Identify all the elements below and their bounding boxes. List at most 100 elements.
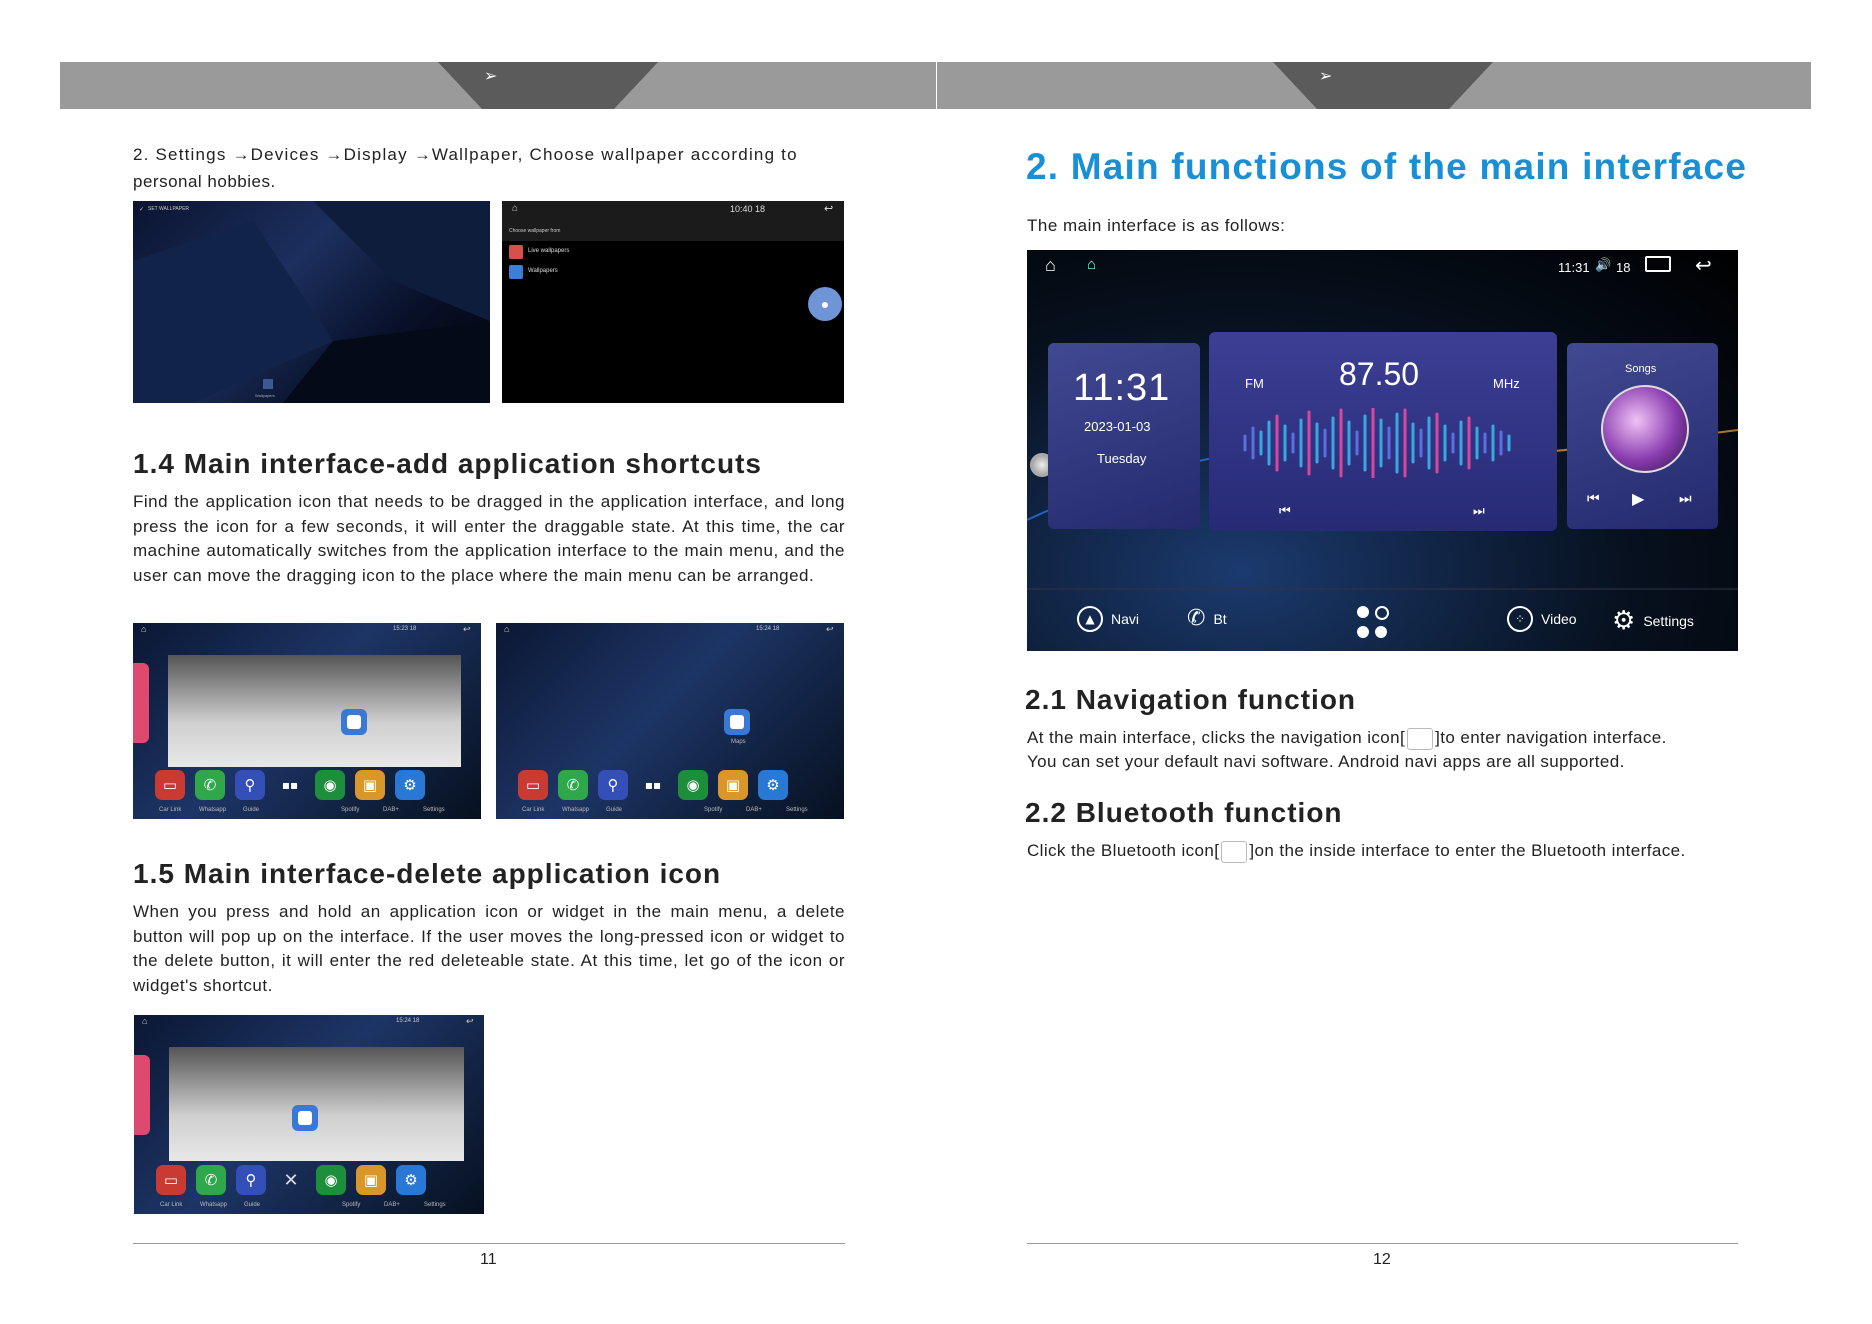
main-interface-screenshot: ⌂ ⌂ 11:31 🔊 18 ↩ 11:31 2023-01-03 Tuesda… [1027,250,1738,651]
section-1-5-title: 1.5 Main interface-delete application ic… [133,858,722,889]
section-2-2-title: 2.2 Bluetooth function [1025,797,1343,828]
dock-label: Car Link [522,807,545,813]
spotify-icon[interactable]: ◉ [315,770,345,800]
wallpaper-screenshot: ✓ SET WALLPAPER Wallpapers [133,201,490,403]
car-link-icon[interactable]: ▭ [156,1165,186,1195]
whatsapp-icon[interactable]: ✆ [558,770,588,800]
spotify-icon[interactable]: ◉ [316,1165,346,1195]
nav-label-settings: Settings [1643,613,1694,629]
spotify-icon[interactable]: ◉ [678,770,708,800]
radio-next-icon[interactable]: ⏭ [1473,504,1485,519]
dock-label: Car Link [160,1202,183,1208]
whatsapp-icon[interactable]: ✆ [196,1165,226,1195]
section-1-5-body: When you press and hold an application i… [133,902,845,995]
bt-text-a: Click the Bluetooth icon[ [1027,841,1220,860]
app-dock: ▭ ✆ ⚲ ▪▪ ◉ ▣ ⚙ [518,770,788,800]
section-1-4-body: Find the application icon that needs to … [133,492,845,585]
status-bar [502,201,844,241]
status-volume: 18 [1616,260,1631,275]
nav-button-navi[interactable]: ▲ Navi [1077,606,1139,632]
drag-screenshot-b: ⌂ 15:24 18 ↩ Maps ▭ ✆ ⚲ ▪▪ ◉ ▣ ⚙ Car Lin… [496,623,844,819]
dab-icon[interactable]: ▣ [718,770,748,800]
wallpapers-thumb-label: Wallpapers [255,393,275,398]
dab-icon[interactable]: ▣ [355,770,385,800]
whatsapp-icon[interactable]: ✆ [195,770,225,800]
dock-label: Settings [424,1202,446,1208]
apps-grid-icon[interactable]: ▪▪ [638,770,668,800]
guide-icon[interactable]: ⚲ [235,770,265,800]
music-widget[interactable]: Songs ⏮ ▶ ⏭ [1567,343,1718,529]
dab-icon[interactable]: ▣ [356,1165,386,1195]
apps-menu-button[interactable] [1357,606,1391,640]
bt-text-b: ]on the inside interface to enter the Bl… [1249,841,1686,860]
delete-screenshot: ⌂ 15:24 18 ↩ ▭ ✆ ⚲ ✕ ◉ ▣ ⚙ Car Link What… [134,1015,484,1214]
nav-button-video[interactable]: ⁘ Video [1507,606,1577,632]
music-next-icon[interactable]: ⏭ [1679,491,1692,507]
settings-gear-icon: ⚙ [1612,606,1636,636]
apps-dot-icon [1375,626,1387,638]
choose-heading: Choose wallpaper from [509,228,561,234]
section-1-4-title: 1.4 Main interface-add application short… [133,448,763,479]
footer-rule-right [1027,1243,1738,1244]
main-title: 2. Main functions of the main interface [1026,146,1748,187]
live-wallpapers-option[interactable]: Live wallpapers [528,248,569,254]
music-prev-icon[interactable]: ⏮ [1587,491,1600,507]
maps-label: Maps [731,739,746,745]
choose-wallpaper-screenshot: ⌂ 10:40 18 ↩ Choose wallpaper from Live … [502,201,844,403]
arrow-icon: ➢ [484,66,498,85]
page-number-left: 11 [480,1251,497,1268]
page-number-right: 12 [1373,1251,1391,1268]
status-text: 15:23 18 [393,626,417,632]
dock-label: Spotify [341,807,360,813]
live-wallpaper-icon [509,245,523,259]
volume-icon: 🔊 [1595,258,1612,273]
apps-grid-icon[interactable]: ▪▪ [275,770,305,800]
home-icon: ⌂ [504,624,510,634]
car-link-icon[interactable]: ▭ [155,770,185,800]
dock-label: DAB+ [384,1202,400,1208]
nav-button-settings[interactable]: ⚙ Settings [1612,606,1694,636]
back-icon[interactable]: ↩ [1695,253,1712,277]
home-icon: ⌂ [141,624,147,634]
dock-label: Settings [786,807,808,813]
settings-icon[interactable]: ⚙ [395,770,425,800]
radio-prev-icon[interactable]: ⏮ [1279,504,1291,519]
settings-icon[interactable]: ⚙ [396,1165,426,1195]
pink-widget-edge [133,663,149,743]
recent-apps-icon[interactable] [1645,256,1671,272]
home-icon: ⌂ [142,1016,148,1026]
phone-icon: ✆ [1187,606,1206,631]
radio-widget[interactable]: FM 87.50 MHz ⏮ ⏭ [1209,332,1557,531]
settings-icon[interactable]: ⚙ [758,770,788,800]
wallpapers-option[interactable]: Wallpapers [528,268,558,274]
mic-button[interactable]: ● [808,287,842,321]
guide-icon[interactable]: ⚲ [598,770,628,800]
car-link-icon[interactable]: ▭ [518,770,548,800]
clock-widget[interactable]: 11:31 2023-01-03 Tuesday [1048,343,1200,529]
delete-x-icon[interactable]: ✕ [276,1165,306,1195]
back-icon: ↩ [824,203,834,215]
spectrum-bars [1243,408,1511,478]
nav-button-bt[interactable]: ✆ Bt [1187,606,1227,631]
album-art [1601,385,1689,473]
mic-icon: ● [820,296,830,312]
section-2-1-line-2: You can set your default navi software. … [1027,752,1625,771]
home-icon[interactable]: ⌂ [1045,255,1056,276]
music-play-icon[interactable]: ▶ [1632,489,1644,508]
dock-label: Guide [243,807,260,813]
dock-label: Settings [423,807,445,813]
guide-icon[interactable]: ⚲ [236,1165,266,1195]
status-text: 10:40 18 [730,204,766,214]
dock-label: Whatsapp [199,807,227,813]
intro-line-1: 2. Settings →Devices →Display →Wallpaper… [133,145,798,164]
house-icon[interactable]: ⌂ [1087,256,1096,273]
intro-line-2: personal hobbies. [133,172,276,191]
drop-area [168,655,461,767]
video-icon: ⁘ [1507,606,1533,632]
dock-label: Whatsapp [562,807,590,813]
pink-widget-edge [134,1055,150,1135]
app-dock: ▭ ✆ ⚲ ✕ ◉ ▣ ⚙ [156,1165,426,1195]
dock-label: Guide [606,807,623,813]
radio-band: FM [1245,376,1264,391]
apps-dot-icon [1375,606,1389,620]
